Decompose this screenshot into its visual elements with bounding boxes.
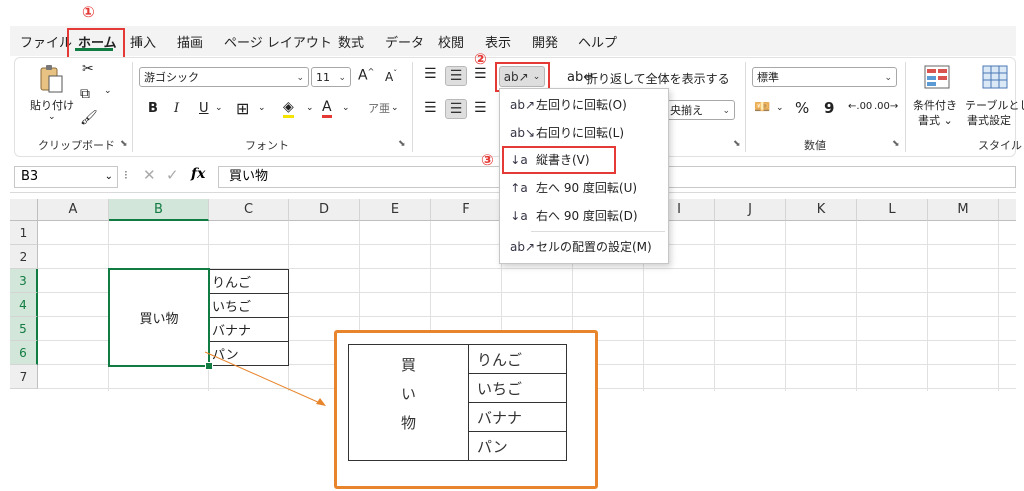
preview-merged-cell: 買い物 xyxy=(348,344,469,461)
preview-item: パン xyxy=(468,431,567,461)
preview-item: りんご xyxy=(468,344,567,374)
preview-item: バナナ xyxy=(468,402,567,432)
preview-item: いちご xyxy=(468,373,567,403)
preview-vertical-text: 買い物 xyxy=(399,357,417,444)
result-preview-table: 買い物 りんご いちご バナナ パン xyxy=(348,344,567,461)
